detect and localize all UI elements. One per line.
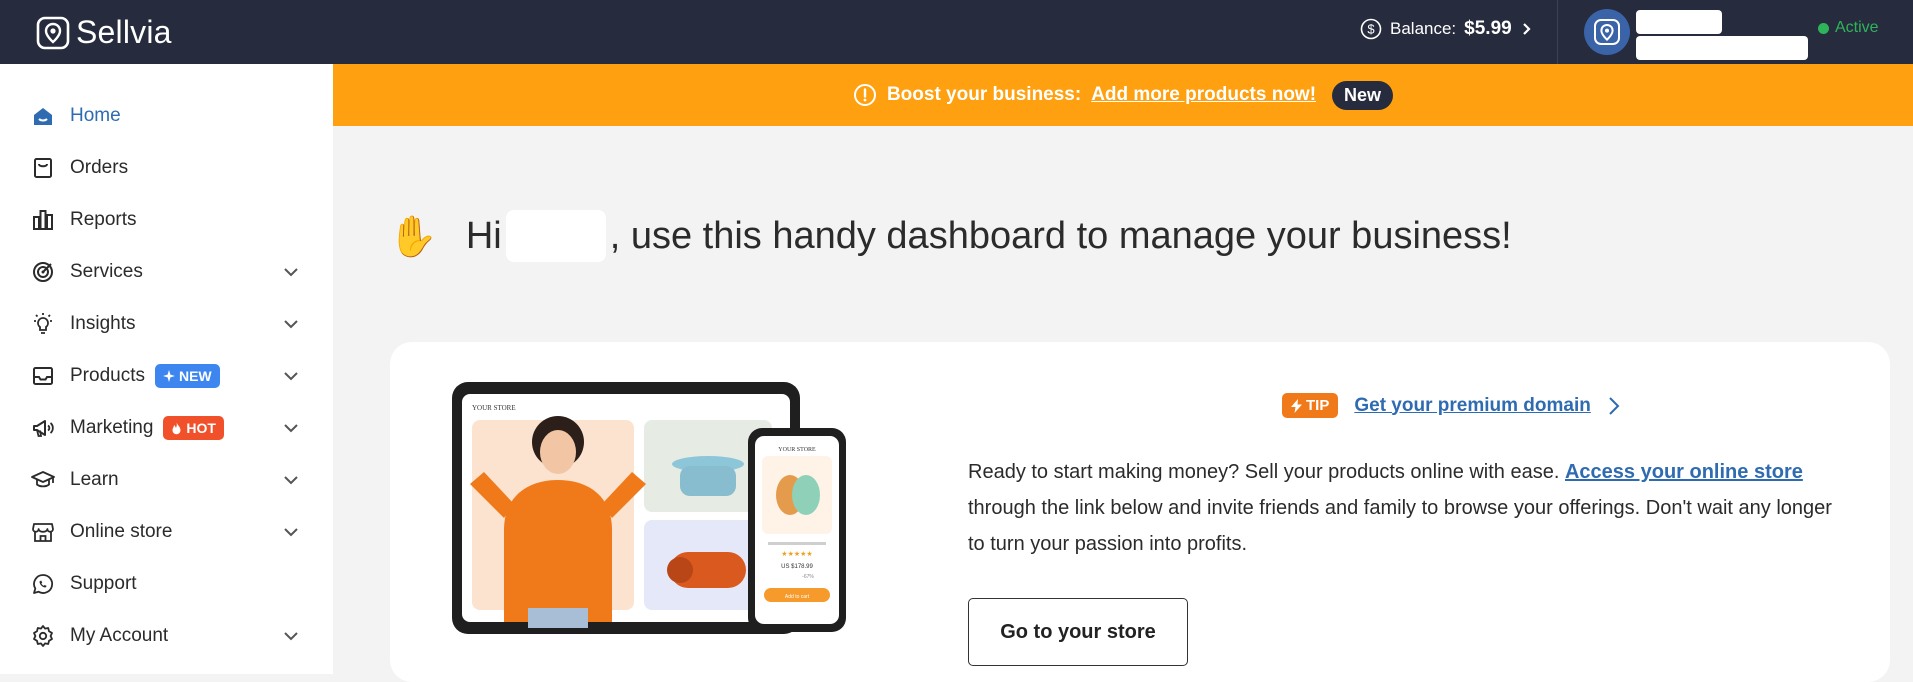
tip-row: TIP Get your premium domain <box>1282 393 1621 418</box>
hot-badge: HOT <box>163 416 224 440</box>
sidebar-item-label: Online store <box>70 521 173 542</box>
go-to-store-button[interactable]: Go to your store <box>968 598 1188 666</box>
user-name-redacted <box>1636 10 1722 34</box>
top-bar: Sellvia $ Balance: $5.99 Active <box>0 0 1913 64</box>
sidebar-item-marketing[interactable]: Marketing HOT <box>30 410 300 446</box>
svg-text:$: $ <box>1367 22 1375 37</box>
premium-domain-link[interactable]: Get your premium domain <box>1354 395 1590 417</box>
storefront-icon <box>30 519 56 545</box>
sidebar-item-home[interactable]: Home <box>30 98 300 134</box>
chevron-down-icon <box>284 528 298 537</box>
chevron-down-icon <box>284 476 298 485</box>
sidebar-item-insights[interactable]: Insights <box>30 306 300 342</box>
sidebar-item-label: Insights <box>70 313 136 334</box>
desc-text-2: through the link below and invite friend… <box>968 497 1832 555</box>
header-divider <box>1557 0 1558 64</box>
sidebar-item-label: Support <box>70 573 137 594</box>
sidebar-item-orders[interactable]: Orders <box>30 150 300 186</box>
store-illustration: YOUR STORE YOUR STORE ★★★★★ US $178.99 -… <box>452 382 846 634</box>
location-pin-logo-icon <box>36 16 70 49</box>
sidebar-item-label: Services <box>70 261 143 282</box>
sidebar-item-products[interactable]: Products NEW <box>30 358 300 394</box>
woman-face <box>540 430 576 474</box>
headphones-cup-right <box>792 475 820 515</box>
balance-link[interactable]: $ Balance: $5.99 <box>1360 18 1534 40</box>
info-icon <box>853 84 876 106</box>
target-icon <box>30 259 56 285</box>
access-store-link[interactable]: Access your online store <box>1565 461 1803 483</box>
waving-hand-icon: ✋ <box>388 214 438 259</box>
status-dot <box>1818 22 1829 34</box>
sidebar-item-label: Home <box>70 105 121 126</box>
sidebar-item-label: My Account <box>70 625 169 646</box>
dollar-circle-icon: $ <box>1360 18 1382 40</box>
tablet-store-label: YOUR STORE <box>472 404 516 412</box>
chat-icon <box>30 571 56 597</box>
lightning-icon <box>1291 398 1302 413</box>
sidebar-item-learn[interactable]: Learn <box>30 462 300 498</box>
chevron-down-icon <box>284 268 298 277</box>
phone-rating: ★★★★★ <box>781 550 812 558</box>
sidebar-item-support[interactable]: Support <box>30 566 300 602</box>
chevron-down-icon <box>284 632 298 641</box>
sidebar-item-my-account[interactable]: My Account <box>30 618 300 654</box>
sidebar-item-label: Orders <box>70 157 129 178</box>
sidebar: Home Orders Reports Services Insights Pr… <box>0 64 333 674</box>
orders-icon <box>30 155 56 181</box>
sidebar-item-label: Marketing <box>70 417 154 438</box>
phone-discount: -67% <box>802 574 814 580</box>
new-pill: New <box>1332 80 1394 110</box>
user-name-redacted <box>505 210 606 262</box>
phone-store-label: YOUR STORE <box>778 447 816 453</box>
sidebar-item-label: Reports <box>70 209 137 230</box>
app-name: Sellvia <box>76 14 172 50</box>
woman-sweater <box>504 480 612 622</box>
sidebar-item-label: Products <box>70 365 145 386</box>
desc-text-1: Ready to start making money? Sell your p… <box>968 461 1560 483</box>
phone-add-to-cart-label: Add to cart <box>785 594 810 600</box>
graduation-cap-icon <box>30 467 56 493</box>
location-pin-avatar-icon <box>1594 19 1620 45</box>
woman-jeans <box>528 608 588 628</box>
user-email-redacted <box>1636 36 1808 60</box>
new-badge: NEW <box>154 364 220 388</box>
phone-title-line <box>768 542 826 545</box>
pot-body <box>680 466 736 496</box>
flame-icon <box>172 421 181 434</box>
promo-banner: Boost your business: Add more products n… <box>333 64 1913 126</box>
sellvia-logo[interactable]: Sellvia <box>36 14 172 51</box>
sparkle-icon <box>162 370 175 382</box>
chevron-right-icon <box>1522 23 1531 35</box>
balance-label: Balance: <box>1390 19 1457 38</box>
tip-badge: TIP <box>1282 393 1339 418</box>
add-products-link[interactable]: Add more products now! <box>1091 84 1316 106</box>
sidebar-item-services[interactable]: Services <box>30 254 300 290</box>
card-description: Ready to start making money? Sell your p… <box>968 454 1848 562</box>
banner-text: Boost your business: <box>886 84 1082 105</box>
sidebar-item-reports[interactable]: Reports <box>30 202 300 238</box>
reports-icon <box>30 207 56 233</box>
gear-icon <box>30 623 56 649</box>
chevron-right-icon[interactable] <box>1607 395 1621 417</box>
chevron-down-icon <box>284 372 298 381</box>
phone-price: US $178.99 <box>781 564 813 570</box>
account-status: Active <box>1818 19 1879 37</box>
sidebar-item-online-store[interactable]: Online store <box>30 514 300 550</box>
chevron-down-icon <box>284 424 298 433</box>
user-avatar[interactable] <box>1584 9 1630 55</box>
greeting-prefix: Hi <box>465 214 502 257</box>
greeting-suffix: , use this handy dashboard to manage you… <box>609 214 1512 257</box>
balance-value: $5.99 <box>1464 18 1512 39</box>
home-icon <box>30 103 56 129</box>
sidebar-item-label: Learn <box>70 469 119 490</box>
tray-icon <box>30 363 56 389</box>
lightbulb-icon <box>30 311 56 337</box>
megaphone-icon <box>30 415 56 441</box>
status-label: Active <box>1835 19 1879 36</box>
page-title: ✋ Hi , use this handy dashboard to manag… <box>388 210 1512 262</box>
chevron-down-icon <box>284 320 298 329</box>
speaker-end <box>667 557 693 583</box>
